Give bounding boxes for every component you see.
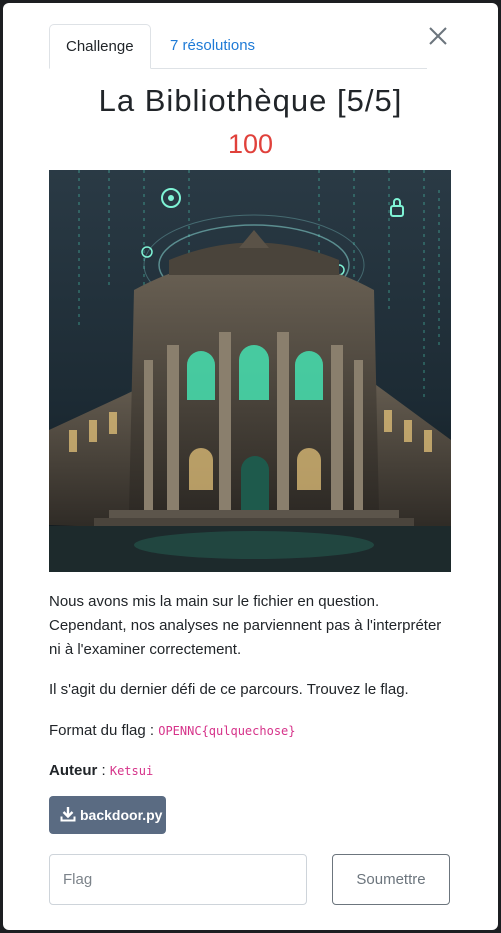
download-file-button[interactable]: backdoor.py	[49, 796, 166, 834]
tab-bar: Challenge 7 résolutions	[49, 24, 427, 69]
description-paragraph: Nous avons mis la main sur le fichier en…	[49, 593, 442, 658]
challenge-image	[49, 170, 451, 572]
challenge-points: 100	[227, 129, 274, 159]
flag-format-label: Format du flag :	[49, 722, 159, 739]
author-line: Auteur : Ketsui	[49, 759, 449, 783]
challenge-title: La Bibliothèque [5/5]	[98, 83, 403, 118]
download-file-label: backdoor.py	[80, 807, 163, 823]
flag-format-value: OPENNC{qulquechose}	[158, 724, 296, 738]
description-paragraph-2: Il s'agit du dernier défi de ce parcours…	[49, 681, 409, 698]
flag-input[interactable]	[49, 854, 307, 905]
author-value: Ketsui	[109, 764, 154, 778]
close-icon	[429, 27, 447, 45]
submit-button[interactable]: Soumettre	[332, 854, 450, 905]
download-icon	[60, 807, 76, 822]
tab-resolutions[interactable]: 7 résolutions	[154, 24, 271, 67]
close-button[interactable]	[427, 25, 449, 47]
author-label: Auteur	[49, 762, 98, 779]
challenge-modal: Challenge 7 résolutions La Bibliothèque …	[3, 3, 498, 930]
author-separator: :	[97, 762, 110, 779]
tab-challenge[interactable]: Challenge	[49, 24, 151, 69]
flag-format-line: Format du flag : OPENNC{qulquechose}	[49, 719, 449, 743]
